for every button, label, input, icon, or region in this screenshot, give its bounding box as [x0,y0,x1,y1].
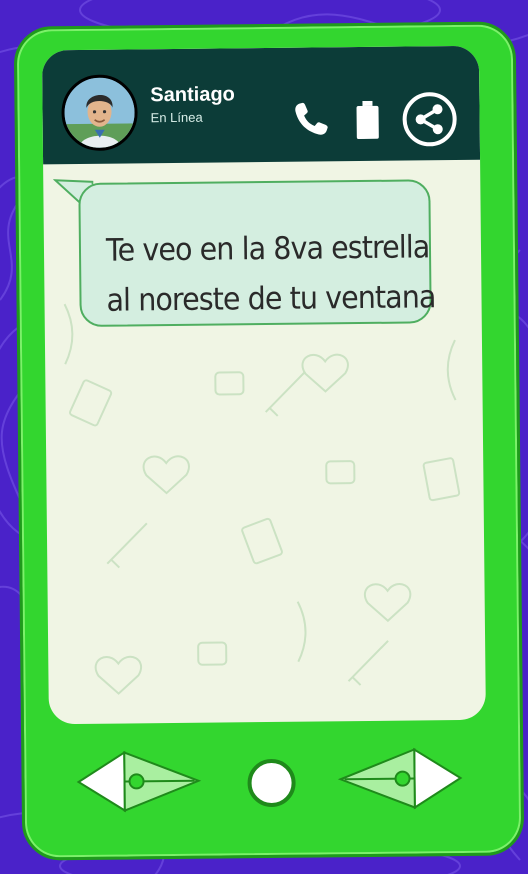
avatar-portrait-icon [64,77,135,149]
phone-frame: Santiago En Línea Te veo en la 8va estre… [13,21,525,861]
message-text-line-1: Te veo en la 8va estrella [105,229,430,269]
home-button[interactable] [247,758,296,808]
share-icon[interactable] [401,91,458,148]
contact-name: Santiago [150,83,235,107]
forward-arrow-button[interactable] [336,747,463,810]
phone-icon[interactable] [290,99,330,139]
contact-avatar[interactable] [61,74,138,152]
back-arrow-button[interactable] [76,750,203,813]
message-text-line-2: al noreste de tu ventana [106,279,436,319]
battery-icon [356,100,379,140]
contact-status: En Línea [150,109,203,126]
chat-header: Santiago En Línea [41,45,481,165]
chat-screen: Santiago En Línea Te veo en la 8va estre… [41,45,486,725]
